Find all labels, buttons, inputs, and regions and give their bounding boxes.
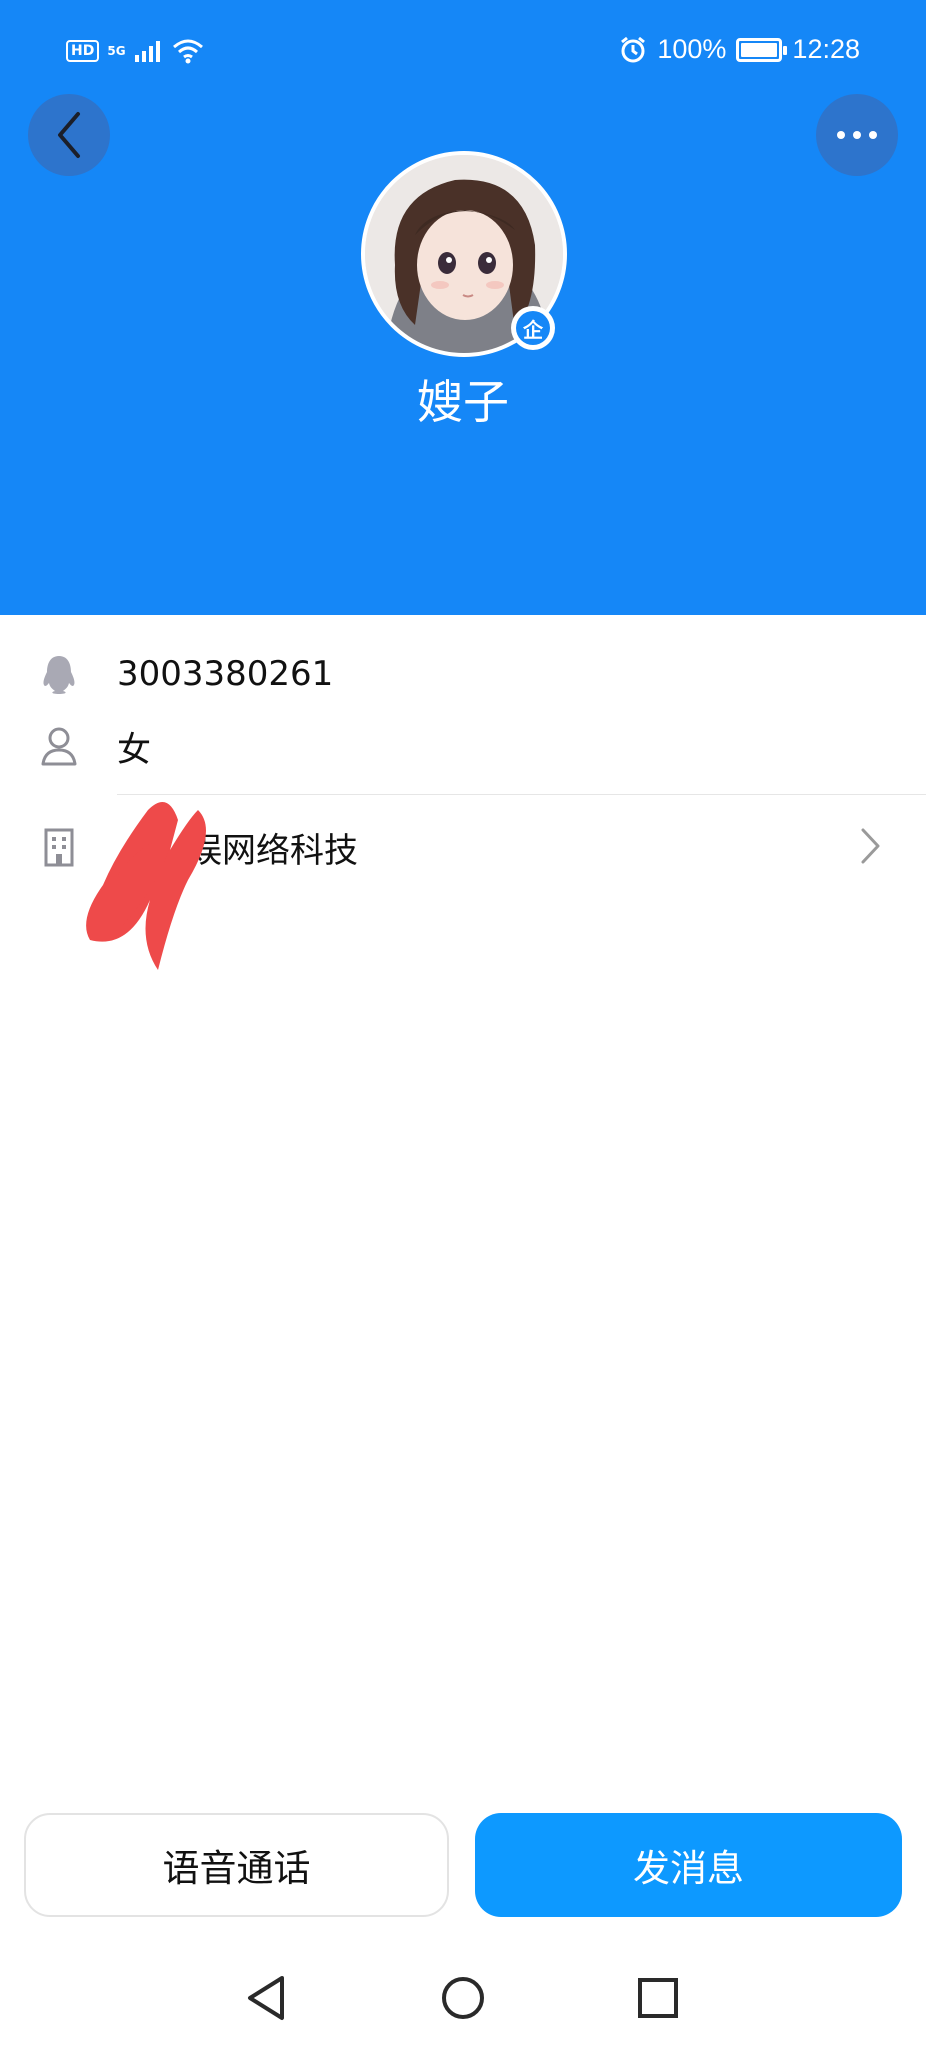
hd-indicator: HD [66,40,100,62]
send-message-button[interactable]: 发消息 [475,1813,902,1917]
nav-home-button[interactable] [433,1968,493,2028]
redaction-scribble [86,802,206,970]
status-bar: HD 5G 100% 12:28 [0,0,926,110]
back-button[interactable] [28,94,110,176]
nav-recents-button[interactable] [628,1968,688,2028]
nickname: 嫂子 [417,375,509,429]
clock: 12:28 [792,34,860,64]
nav-back-button[interactable] [236,1968,296,2028]
nav-back-icon [248,1976,284,2020]
enterprise-badge: 企 [511,306,555,350]
gender: 女 [117,729,151,770]
battery-percent: 100% [657,34,727,64]
enterprise-badge-label: 企 [516,311,550,345]
network-generation: 5G [107,44,126,58]
status-right: 100% 12:28 [619,34,860,65]
penguin-icon [38,653,80,695]
qq-number-row[interactable]: 3003380261 [0,646,926,702]
battery-level [741,42,778,57]
alarm-icon [621,36,646,62]
system-nav-bar [0,1950,926,2048]
more-button[interactable] [816,94,898,176]
qq-number: 3003380261 [117,654,334,694]
gender-row: 女 [0,718,926,774]
avatar-container[interactable]: 企 [361,151,567,357]
battery-icon [736,37,788,62]
signal-icon [134,41,160,62]
more-dots-icon [837,131,877,139]
wifi-icon [172,39,203,64]
nav-home-icon [442,1977,484,2019]
network-indicators: HD 5G [66,38,204,64]
voice-call-button[interactable]: 语音通话 [24,1813,449,1917]
building-icon [38,826,80,868]
chevron-right-icon[interactable] [860,826,882,866]
person-icon [38,725,80,767]
back-arrow-icon [58,112,80,158]
nav-recents-icon [638,1978,678,2018]
divider [117,794,926,795]
